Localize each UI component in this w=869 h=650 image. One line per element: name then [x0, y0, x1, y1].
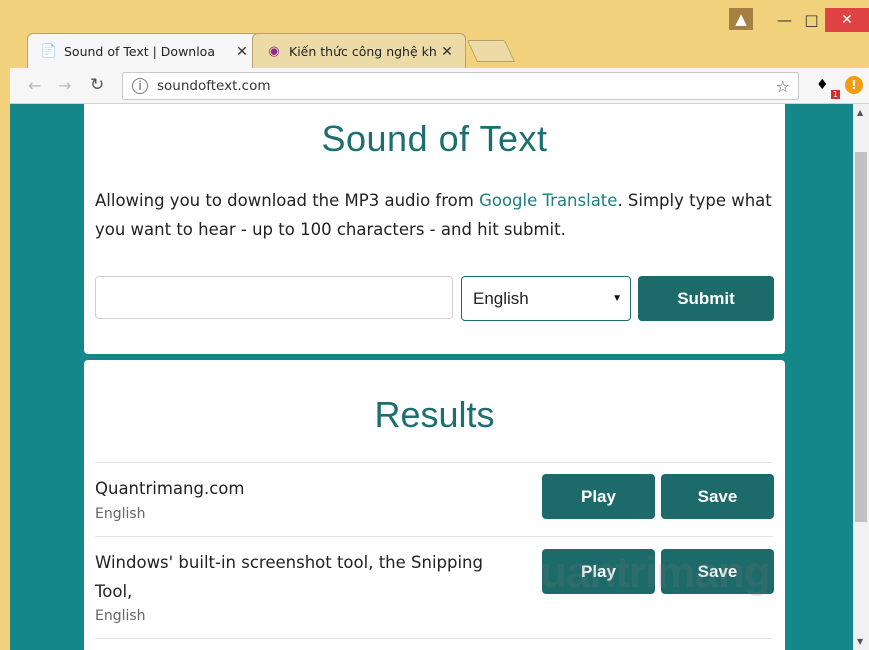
alert-extension-icon[interactable]: ! — [845, 76, 863, 94]
result-language: English — [95, 608, 146, 624]
site-favicon-icon: ◉ — [268, 44, 280, 59]
extension-icon[interactable]: ♦ 1 — [816, 77, 840, 99]
tab-title: Sound of Text | Downloa — [64, 44, 215, 59]
play-button[interactable]: Play — [542, 549, 655, 594]
divider — [95, 638, 773, 639]
language-selected: English — [473, 288, 529, 308]
tab-close-icon[interactable]: ✕ — [437, 44, 457, 60]
google-translate-link[interactable]: Google Translate — [479, 191, 617, 210]
info-icon[interactable]: i — [132, 78, 148, 94]
submit-button[interactable]: Submit — [638, 276, 774, 321]
caret-down-icon: ▼ — [612, 293, 622, 304]
window-controls: ▲ — □ ✕ — [729, 8, 869, 36]
divider — [95, 536, 773, 537]
divider — [95, 462, 773, 463]
results-title: Results — [374, 394, 495, 435]
maximize-button[interactable]: □ — [798, 8, 825, 32]
back-icon[interactable]: ← — [28, 76, 41, 95]
save-button[interactable]: Save — [661, 474, 774, 519]
page-viewport: Sound of Text Allowing you to download t… — [10, 104, 853, 650]
play-button[interactable]: Play — [542, 474, 655, 519]
minimize-button[interactable]: — — [771, 8, 798, 32]
scroll-down-icon[interactable]: ▼ — [857, 637, 863, 646]
text-input[interactable] — [95, 276, 453, 319]
description-text: Allowing you to download the MP3 audio f… — [95, 191, 480, 210]
scroll-up-icon[interactable]: ▲ — [857, 108, 863, 117]
results-card: Results Quantrimang.com English Play Sav… — [84, 360, 785, 650]
language-select[interactable]: English ▼ — [461, 276, 631, 321]
tab-close-icon[interactable]: ✕ — [232, 44, 252, 60]
reload-icon[interactable]: ↻ — [90, 75, 104, 95]
tab-sound-of-text[interactable]: 📄 Sound of Text | Downloa ✕ — [27, 33, 261, 69]
browser-toolbar: ← → ↻ i soundoftext.com ☆ ♦ 1 ! — [10, 68, 869, 104]
result-language: English — [95, 506, 146, 522]
input-card: Sound of Text Allowing you to download t… — [84, 104, 785, 354]
tab-title: Kiến thức công nghệ kho — [289, 44, 437, 59]
tab-kien-thuc[interactable]: ◉ Kiến thức công nghệ kho ✕ — [252, 33, 466, 69]
save-button[interactable]: Save — [661, 549, 774, 594]
forward-icon[interactable]: → — [58, 76, 71, 95]
result-text: Windows' built-in screenshot tool, the S… — [95, 553, 483, 601]
close-window-button[interactable]: ✕ — [825, 8, 869, 32]
extension-badge: 1 — [830, 90, 840, 99]
bookmark-star-icon[interactable]: ☆ — [776, 77, 790, 96]
profile-icon[interactable]: ▲ — [729, 8, 753, 30]
page-title: Sound of Text — [321, 118, 548, 159]
page-description: Allowing you to download the MP3 audio f… — [95, 186, 780, 244]
scrollbar[interactable]: ▲ ▼ — [853, 104, 869, 650]
scrollbar-thumb[interactable] — [855, 152, 867, 522]
page-icon: 📄 — [40, 44, 58, 59]
url-text[interactable]: soundoftext.com — [157, 78, 776, 94]
address-bar[interactable]: i soundoftext.com ☆ — [122, 72, 799, 100]
result-text: Quantrimang.com — [95, 479, 245, 498]
